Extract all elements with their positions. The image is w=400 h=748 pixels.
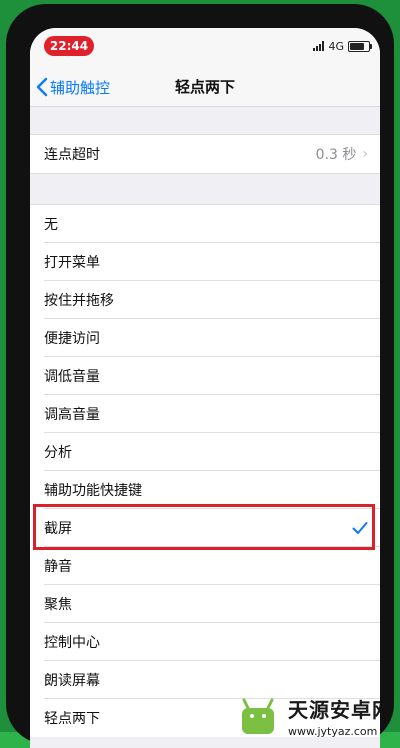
action-option-row[interactable]: 打开菜单: [30, 243, 380, 281]
action-option-row[interactable]: 截屏: [30, 509, 380, 547]
action-option-label: 无: [44, 217, 58, 233]
action-option-row[interactable]: 便捷访问: [30, 319, 380, 357]
back-button[interactable]: 辅助触控: [36, 74, 110, 100]
status-indicators: 4G: [313, 38, 372, 54]
action-option-label: 辅助功能快捷键: [44, 483, 142, 499]
action-option-label: 控制中心: [44, 635, 100, 651]
action-option-row[interactable]: 按住并拖移: [30, 281, 380, 319]
action-option-row[interactable]: 辅助功能快捷键: [30, 471, 380, 509]
action-list: 无打开菜单按住并拖移便捷访问调低音量调高音量分析辅助功能快捷键 截屏静音聚焦控制中…: [30, 204, 380, 737]
action-option-label: 调低音量: [44, 369, 100, 385]
action-option-row[interactable]: 分析: [30, 433, 380, 471]
chevron-right-icon: ›: [362, 146, 368, 162]
action-option-label: 聚焦: [44, 597, 72, 613]
action-option-label: 截屏: [44, 521, 72, 537]
checkmark-icon: [352, 522, 368, 534]
timeout-label: 连点超时: [44, 147, 100, 163]
back-button-label: 辅助触控: [50, 78, 111, 97]
action-option-row[interactable]: 调低音量: [30, 357, 380, 395]
watermark-logo-icon: [236, 694, 280, 738]
action-option-label: 按住并拖移: [44, 293, 114, 309]
action-option-label: 分析: [44, 445, 72, 461]
action-option-row[interactable]: 控制中心: [30, 623, 380, 661]
timeout-value: 0.3 秒: [315, 147, 357, 163]
action-option-label: 静音: [44, 559, 72, 575]
timeout-row[interactable]: 连点超时 0.3 秒 ›: [30, 135, 380, 173]
watermark-text: 天源安卓网 www.jytyaz.com: [288, 694, 380, 738]
chevron-left-icon: [36, 77, 48, 97]
action-option-row[interactable]: 无: [30, 205, 380, 243]
network-type: 4G: [328, 39, 344, 53]
phone-frame: 22:44 4G 辅助触控 轻点两下 连点超时 0.3 秒 › 无 打开菜单 按…: [6, 4, 394, 748]
navigation-bar: 辅助触控 轻点两下: [30, 68, 380, 107]
action-option-label: 调高音量: [44, 407, 100, 423]
battery-fill: [350, 42, 364, 50]
action-option-row[interactable]: 调高音量: [30, 395, 380, 433]
timeout-group: 连点超时 0.3 秒 ›: [30, 134, 380, 174]
battery-icon: [348, 40, 372, 52]
phone-screen: 22:44 4G 辅助触控 轻点两下 连点超时 0.3 秒 › 无 打开菜单 按…: [30, 28, 380, 748]
signal-icon: [313, 41, 325, 51]
watermark-title: 天源安卓网: [288, 698, 380, 722]
status-bar: 22:44 4G: [30, 28, 380, 68]
action-option-label: 打开菜单: [44, 255, 100, 271]
action-option-row[interactable]: 聚焦: [30, 585, 380, 623]
status-time: 22:44: [44, 36, 94, 56]
watermark: 天源安卓网 www.jytyaz.com: [236, 680, 380, 748]
action-option-label: 便捷访问: [44, 331, 100, 347]
phone-background: 22:44 4G 辅助触控 轻点两下 连点超时 0.3 秒 › 无 打开菜单 按…: [0, 0, 400, 748]
action-option-row[interactable]: 静音: [30, 547, 380, 585]
